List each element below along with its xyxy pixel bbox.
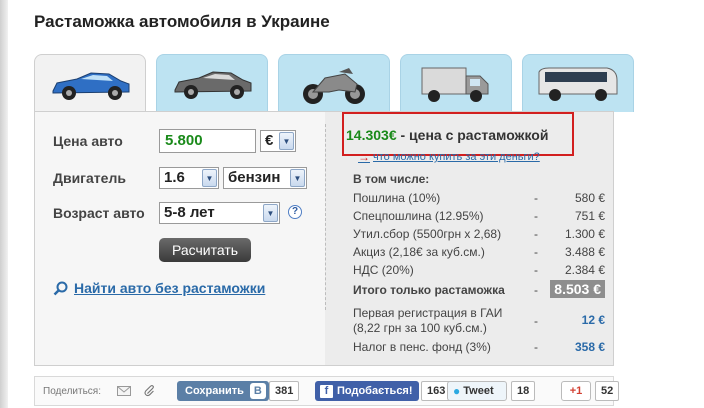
row-dash: -	[534, 191, 538, 205]
search-icon	[53, 281, 68, 295]
vk-save-button[interactable]: Сохранить В	[177, 381, 269, 401]
row-name: Налог в пенс. фонд (3%)	[353, 340, 491, 354]
tab-bus[interactable]	[522, 54, 634, 112]
row-name: Пошлина (10%)	[353, 191, 441, 205]
row-name: Утил.сбор (5500грн x 2,68)	[353, 227, 502, 241]
page-edge	[0, 0, 8, 408]
row-value: 358 €	[574, 340, 605, 354]
row-dash: -	[534, 245, 538, 259]
twitter-bird-icon: ●	[453, 384, 461, 398]
total-customs-value: 8.503 €	[550, 280, 605, 298]
tweet-count: 18	[511, 381, 536, 401]
motorcycle-icon	[303, 67, 365, 104]
price-label: Цена авто	[53, 133, 123, 149]
input-section: Цена авто 5.800 € ▼ Двигатель 1.6 ▼ бенз…	[35, 112, 325, 365]
age-label: Возраст авто	[53, 205, 145, 221]
tweet-button[interactable]: ● Tweet	[447, 381, 507, 401]
row-dash: -	[534, 283, 538, 297]
tab-truck[interactable]	[400, 54, 512, 112]
google-plus-button[interactable]: +1	[561, 381, 591, 401]
fuel-value: бензин	[228, 169, 281, 186]
help-icon[interactable]: ?	[288, 205, 302, 219]
facebook-like-label: Подобається!	[337, 385, 413, 397]
chevron-down-icon: ▼	[279, 132, 294, 150]
row-name: Акциз (2,18€ за куб.см.)	[353, 245, 485, 259]
row-value: 3.488 €	[564, 245, 605, 259]
chevron-down-icon: ▼	[290, 169, 305, 187]
email-icon[interactable]	[117, 385, 131, 397]
find-car-link[interactable]: Найти авто без растаможки	[53, 280, 265, 296]
row-dash: -	[534, 314, 538, 328]
gray-car-icon	[174, 70, 252, 99]
find-car-link-label: Найти авто без растаможки	[74, 280, 266, 296]
row-name: Итого только растаможка	[353, 283, 505, 297]
what-can-buy-link[interactable]: → что можно купить за эти деньги?	[358, 150, 540, 164]
row-dash: -	[534, 263, 538, 277]
currency-select[interactable]: € ▼	[260, 130, 296, 152]
row-name: НДС (20%)	[353, 263, 414, 277]
tweet-label: Tweet	[463, 385, 494, 397]
vk-icon: В	[249, 383, 266, 399]
tab-sports-car[interactable]	[34, 54, 146, 114]
vk-save-label: Сохранить	[185, 385, 244, 397]
row-dash: -	[534, 227, 538, 241]
google-plus-count: 52	[595, 381, 620, 401]
blue-car-icon	[52, 71, 130, 100]
row-value: 2.384 €	[564, 263, 605, 277]
fuel-select[interactable]: бензин ▼	[223, 167, 307, 189]
tab-motorcycle[interactable]	[278, 54, 390, 112]
facebook-icon: f	[320, 384, 333, 398]
row-name: Первая регистрация в ГАИ	[353, 306, 503, 320]
truck-icon	[421, 67, 489, 102]
facebook-like-button[interactable]: f Подобається!	[315, 381, 419, 401]
row-value: 1.300 €	[564, 227, 605, 241]
bus-icon	[538, 67, 618, 101]
share-bar: Поделиться: Сохранить В 381 f Подобаєтьс…	[34, 376, 620, 406]
total-price-value: 14.303€	[346, 127, 397, 143]
share-label: Поделиться:	[43, 386, 101, 397]
currency-value: €	[265, 132, 274, 149]
google-plus-label: +1	[569, 385, 583, 397]
row-name: Спецпошлина (12.95%)	[353, 209, 484, 223]
engine-volume-select[interactable]: 1.6 ▼	[159, 167, 219, 189]
row-value: 12 €	[581, 313, 605, 327]
section-divider	[325, 124, 326, 310]
row-value: 580 €	[574, 191, 605, 205]
row-dash: -	[534, 209, 538, 223]
row-value: 751 €	[574, 209, 605, 223]
total-price: 14.303€ - цена с растамож­кой	[346, 127, 548, 143]
chevron-down-icon: ▼	[202, 169, 217, 187]
chevron-down-icon: ▼	[263, 204, 278, 222]
calculate-button[interactable]: Расчитать	[159, 238, 251, 262]
page-title: Растаможка автомобиля в Украине	[34, 12, 330, 31]
total-price-suffix: - цена с растамож­кой	[396, 127, 549, 143]
included-label: В том числе:	[353, 172, 430, 186]
arrow-right-icon: →	[358, 150, 370, 164]
row-dash: -	[534, 340, 538, 354]
tab-car[interactable]	[156, 54, 268, 112]
price-input[interactable]: 5.800	[159, 129, 256, 153]
what-can-buy-label: что можно купить за эти деньги?	[373, 151, 540, 163]
engine-volume-value: 1.6	[164, 169, 185, 186]
row-name-note: (8,22 грн за 100 куб.см.)	[353, 321, 487, 335]
vk-count: 381	[269, 381, 300, 401]
age-value: 5-8 лет	[164, 204, 215, 221]
attachment-icon[interactable]	[143, 385, 157, 397]
engine-label: Двигатель	[53, 170, 126, 186]
registration-row: Первая регистрация в ГАИ (8,22 грн за 10…	[353, 306, 605, 336]
age-select[interactable]: 5-8 лет ▼	[159, 202, 280, 224]
